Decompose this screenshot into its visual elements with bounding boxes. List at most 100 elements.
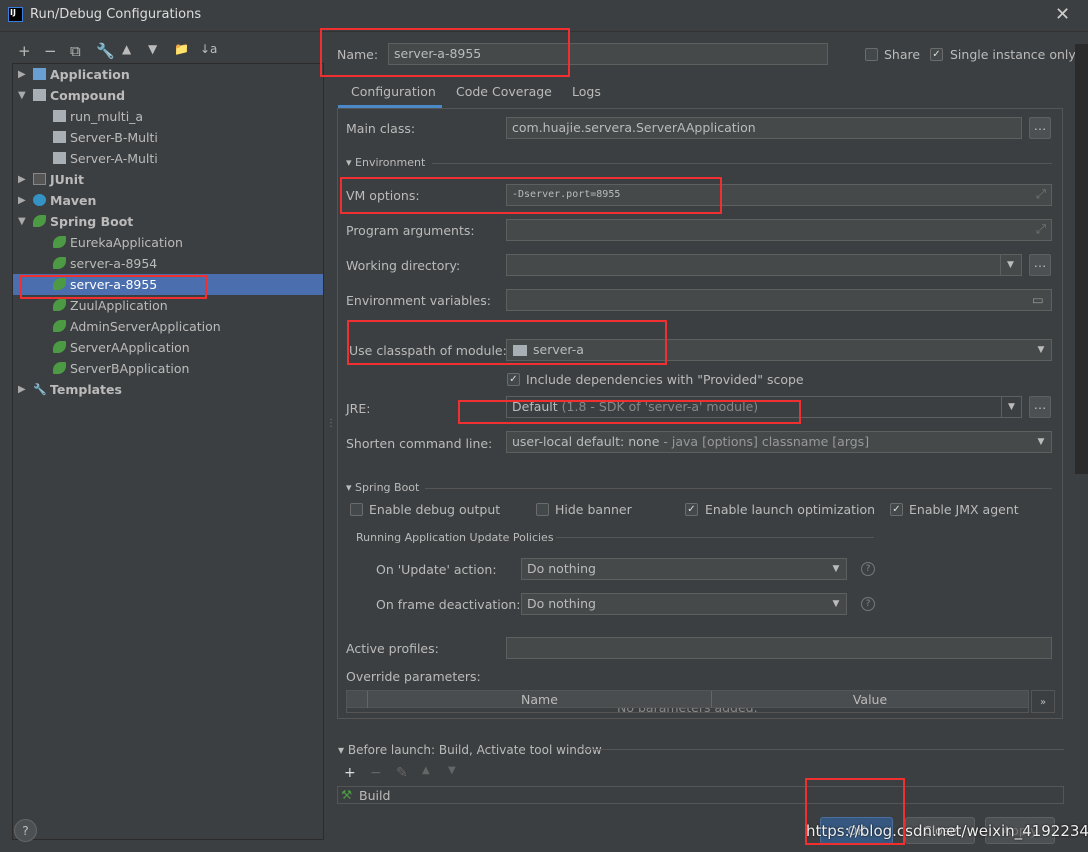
include-provided-checkbox[interactable]: ✓ <box>507 373 520 386</box>
move-up-icon[interactable]: ▲ <box>422 765 430 776</box>
tree-item[interactable]: EurekaApplication <box>13 232 323 253</box>
tree-item[interactable]: ▶ Application <box>13 64 323 85</box>
browse-main-class-button[interactable]: … <box>1029 117 1051 139</box>
tab-configuration[interactable]: Configuration <box>351 84 436 99</box>
copy-icon[interactable]: ⧉ <box>70 42 81 60</box>
tree-item[interactable]: ▼ Spring Boot <box>13 211 323 232</box>
tree-item[interactable]: server-a-8954 <box>13 253 323 274</box>
spring-boot-icon <box>53 341 66 353</box>
before-launch-list[interactable]: ⚒ Build <box>337 786 1064 804</box>
share-checkbox[interactable] <box>865 48 878 61</box>
tree-item[interactable]: ▶ JUnit <box>13 169 323 190</box>
expand-arrow-icon[interactable]: ▶ <box>18 379 26 400</box>
add-icon[interactable]: + <box>18 42 31 60</box>
shorten-command-line-select[interactable]: user-local default: none - java [options… <box>506 431 1052 453</box>
enable-launch-optimization-checkbox[interactable]: ✓ <box>685 503 698 516</box>
browse-working-directory-button[interactable]: … <box>1029 254 1051 276</box>
move-down-icon[interactable]: ▼ <box>448 765 456 776</box>
working-directory-input[interactable] <box>506 254 1022 276</box>
edit-task-icon[interactable]: ✎ <box>396 765 408 781</box>
table-header: Name Value <box>347 691 1028 708</box>
close-window-icon[interactable]: ✕ <box>1055 4 1070 25</box>
tree-item-label: Templates <box>50 382 122 397</box>
environment-variables-label: Environment variables: <box>346 293 491 308</box>
collapse-arrow-icon[interactable]: ▼ <box>18 211 26 232</box>
tree-item[interactable]: Server-B-Multi <box>13 127 323 148</box>
update-policies-label: Running Application Update Policies <box>356 531 554 544</box>
help-icon[interactable]: ? <box>861 562 875 576</box>
move-up-icon[interactable]: ▲ <box>122 42 131 56</box>
expand-arrow-icon[interactable]: ▶ <box>18 169 26 190</box>
environment-section-label: Environment <box>355 156 426 169</box>
program-arguments-label: Program arguments: <box>346 223 475 238</box>
enable-jmx-agent-label: Enable JMX agent <box>909 502 1019 517</box>
annotation-box <box>20 275 207 299</box>
folder-icon[interactable]: ▭ <box>1032 292 1044 307</box>
new-folder-icon[interactable]: 📁 <box>174 42 189 56</box>
enable-debug-output-label: Enable debug output <box>369 502 501 517</box>
remove-task-icon[interactable]: − <box>370 765 382 781</box>
single-instance-checkbox[interactable]: ✓ <box>930 48 943 61</box>
wrench-icon[interactable]: 🔧 <box>96 42 115 60</box>
program-arguments-input[interactable] <box>506 219 1052 241</box>
shorten-hint: - java [options] classname [args] <box>663 434 870 449</box>
column-header-name[interactable]: Name <box>367 691 712 708</box>
enable-jmx-agent-checkbox[interactable]: ✓ <box>890 503 903 516</box>
override-parameters-table[interactable]: No parameters added. Name Value <box>346 690 1029 713</box>
help-icon[interactable]: ? <box>861 597 875 611</box>
tree-item[interactable]: ServerAApplication <box>13 337 323 358</box>
expand-icon[interactable]: ⤢ <box>1036 221 1046 237</box>
tree-item[interactable]: ▶ 🔧 Templates <box>13 379 323 400</box>
intellij-logo: IJ <box>8 7 23 22</box>
enable-launch-optimization-label: Enable launch optimization <box>705 502 876 517</box>
remove-icon[interactable]: − <box>44 42 57 60</box>
tree-item-label: AdminServerApplication <box>70 319 221 334</box>
tree-item-label: Server-A-Multi <box>70 151 158 166</box>
include-provided-label: Include dependencies with "Provided" sco… <box>526 372 804 387</box>
sort-icon[interactable]: ↓a <box>200 42 217 56</box>
spring-boot-section-header[interactable]: ▾ Spring Boot <box>346 481 419 494</box>
enable-debug-output-checkbox[interactable] <box>350 503 363 516</box>
list-item[interactable]: Build <box>359 788 390 803</box>
add-task-icon[interactable]: + <box>344 765 356 781</box>
tree-item-label: ServerAApplication <box>70 340 190 355</box>
help-button[interactable]: ? <box>14 819 37 842</box>
expand-icon[interactable]: ⤢ <box>1036 186 1046 202</box>
expand-table-button[interactable]: » <box>1031 690 1055 713</box>
expand-arrow-icon[interactable]: ▶ <box>18 64 26 85</box>
collapse-arrow-icon[interactable]: ▼ <box>18 85 26 106</box>
tree-item[interactable]: AdminServerApplication <box>13 316 323 337</box>
tree-item[interactable]: ▼ Compound <box>13 85 323 106</box>
tree-item[interactable]: ServerBApplication <box>13 358 323 379</box>
tree-item-label: Server-B-Multi <box>70 130 158 145</box>
on-frame-deactivation-select[interactable]: Do nothing ▼ <box>521 593 847 615</box>
main-class-input[interactable]: com.huajie.servera.ServerAApplication <box>506 117 1022 139</box>
tree-item[interactable]: run_multi_a <box>13 106 323 127</box>
background-window-edge <box>1075 44 1088 474</box>
tree-item[interactable]: Server-A-Multi <box>13 148 323 169</box>
active-profiles-input[interactable] <box>506 637 1052 659</box>
spring-boot-icon <box>53 236 66 248</box>
hide-banner-checkbox[interactable] <box>536 503 549 516</box>
move-down-icon[interactable]: ▼ <box>148 42 157 56</box>
chevron-down-icon: ▼ <box>1037 437 1045 447</box>
column-header-value[interactable]: Value <box>712 691 1028 708</box>
on-update-value: Do nothing <box>527 561 596 576</box>
chevron-down-icon: ▼ <box>1037 345 1045 355</box>
browse-jre-button[interactable]: … <box>1029 396 1051 418</box>
tree-item[interactable]: ▶ Maven <box>13 190 323 211</box>
environment-section-header[interactable]: ▾ Environment <box>346 156 425 169</box>
tree-item-label: server-a-8954 <box>70 256 158 271</box>
tree-item-label: Spring Boot <box>50 214 134 229</box>
expand-arrow-icon[interactable]: ▶ <box>18 190 26 211</box>
tab-logs[interactable]: Logs <box>572 84 601 99</box>
splitter-handle[interactable]: ⋮ <box>326 418 336 429</box>
environment-variables-input[interactable] <box>506 289 1052 311</box>
chevron-down-icon[interactable]: ▼ <box>1000 255 1020 275</box>
tab-code-coverage[interactable]: Code Coverage <box>456 84 552 99</box>
configuration-tree[interactable]: ▶ Application ▼ Compound run_multi_a Server-B… <box>12 63 324 840</box>
main-class-label: Main class: <box>346 121 416 136</box>
on-update-select[interactable]: Do nothing ▼ <box>521 558 847 580</box>
before-launch-header[interactable]: ▾ Before launch: Build, Activate tool wi… <box>338 743 602 757</box>
shorten-command-line-label: Shorten command line: <box>346 436 493 451</box>
